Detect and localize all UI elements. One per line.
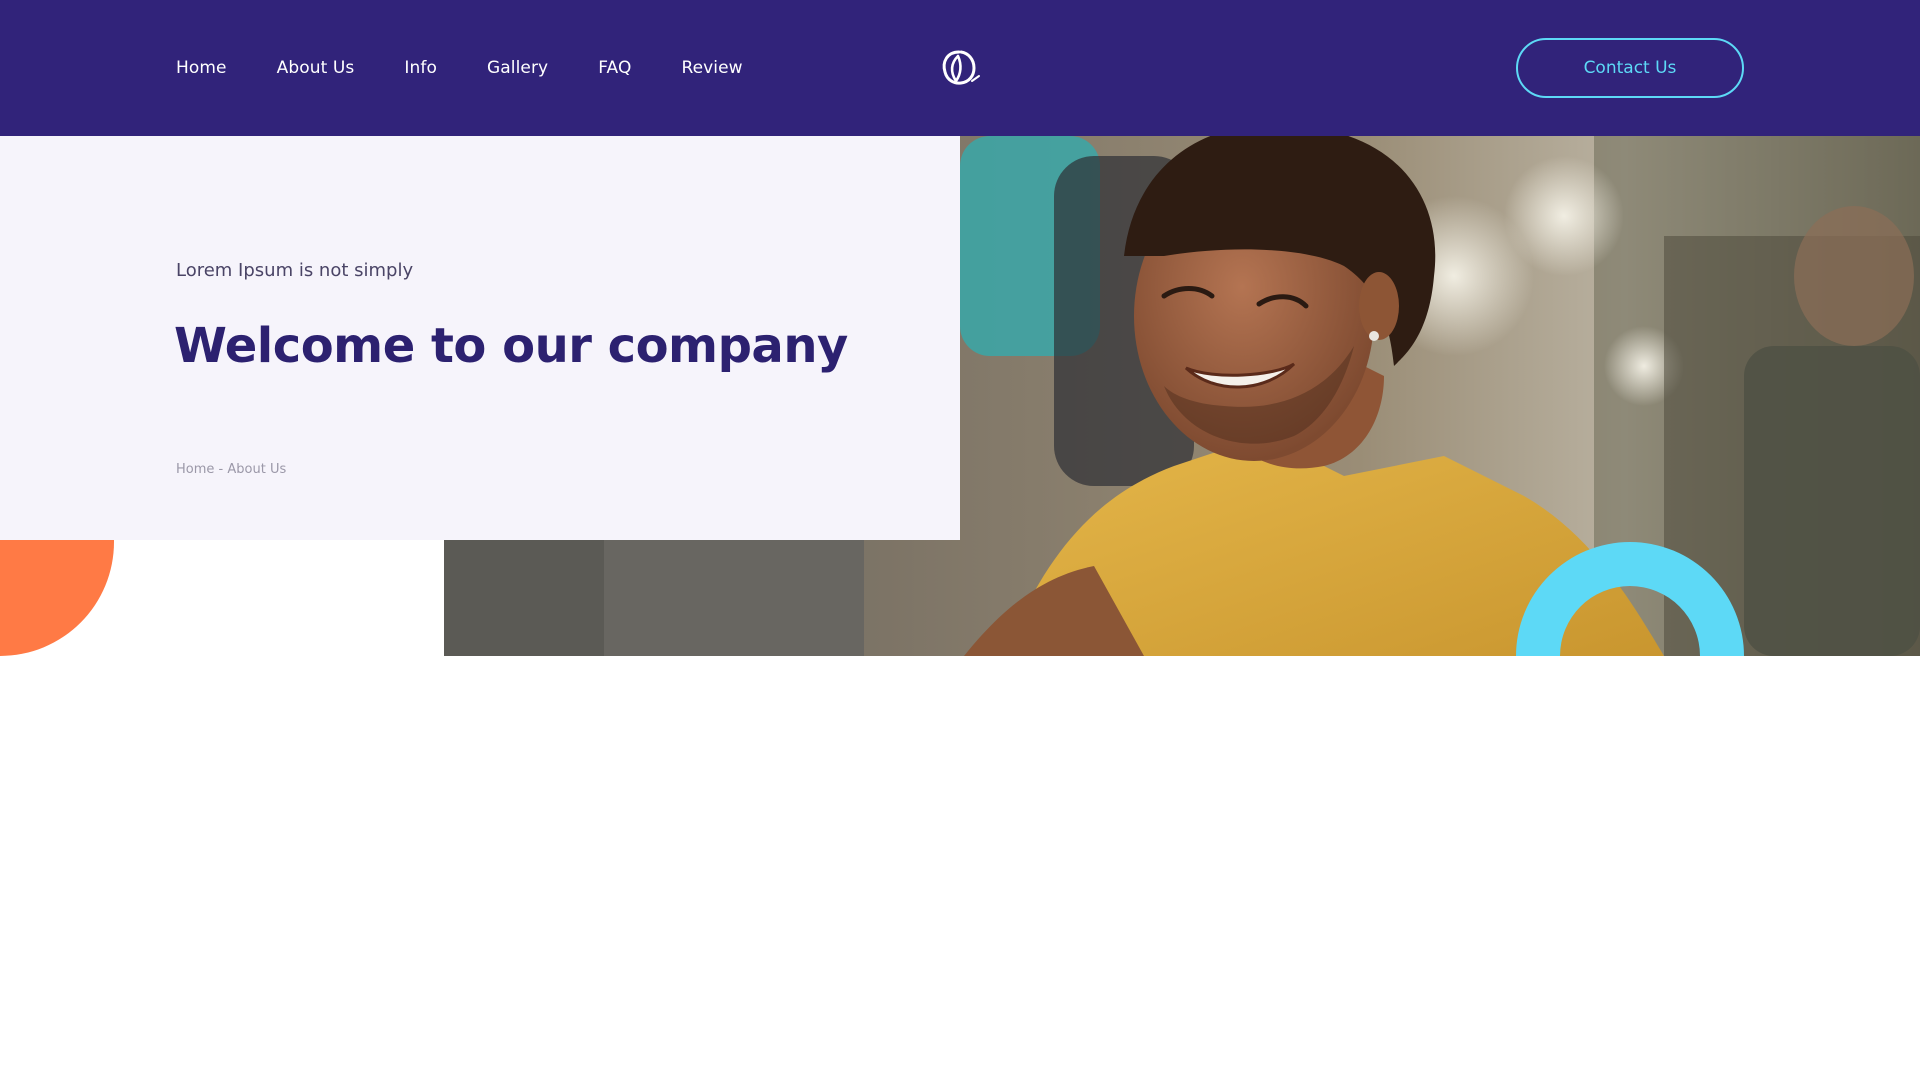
contact-us-button[interactable]: Contact Us [1516, 38, 1744, 98]
nav-item-info: Info [404, 58, 437, 78]
orange-quarter-circle-decoration [0, 540, 114, 656]
breadcrumb: Home - About Us [176, 462, 286, 477]
nav-link-faq[interactable]: FAQ [598, 58, 631, 78]
page-title: Welcome to our company [174, 318, 848, 374]
nav-item-home: Home [176, 58, 227, 78]
nav-item-about: About Us [277, 58, 355, 78]
site-header: Home About Us Info Gallery FAQ Review Co… [0, 0, 1920, 136]
main-nav: Home About Us Info Gallery FAQ Review [176, 0, 793, 136]
hero-eyebrow: Lorem Ipsum is not simply [176, 260, 414, 281]
nav-item-gallery: Gallery [487, 58, 548, 78]
nav-item-faq: FAQ [598, 58, 631, 78]
nav-link-review[interactable]: Review [681, 58, 742, 78]
cyan-arch-decoration [1516, 540, 1744, 656]
nav-item-review: Review [681, 58, 742, 78]
breadcrumb-separator: - [218, 462, 224, 477]
breadcrumb-home-link[interactable]: Home [176, 462, 214, 477]
breadcrumb-current: About Us [227, 462, 287, 477]
nav-link-gallery[interactable]: Gallery [487, 58, 548, 78]
leaf-swirl-icon[interactable] [939, 48, 983, 88]
nav-link-home[interactable]: Home [176, 58, 227, 78]
nav-link-info[interactable]: Info [404, 58, 437, 78]
nav-link-about-us[interactable]: About Us [277, 58, 355, 78]
